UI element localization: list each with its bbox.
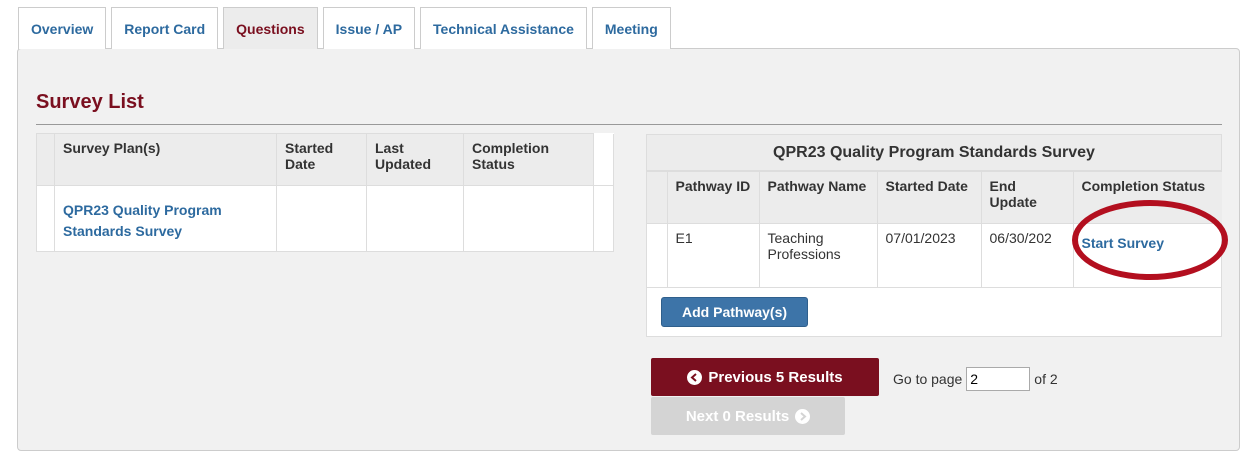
previous-results-button[interactable]: Previous 5 Results <box>651 358 879 396</box>
header-spacer-end <box>593 133 614 186</box>
next-results-button[interactable]: Next 0 Results <box>651 397 845 435</box>
header-pathway-completion-status: Completion Status <box>1072 171 1222 224</box>
header-end-update: End Update <box>980 171 1074 224</box>
goto-page: Go to page of 2 <box>893 367 1058 391</box>
tab-overview[interactable]: Overview <box>18 7 107 49</box>
arrow-left-icon <box>687 369 703 385</box>
survey-plan-cell: QPR23 Quality Program Standards Survey <box>54 185 277 252</box>
survey-list-header-row: Survey Plan(s) Started Date Last Updated… <box>36 133 614 186</box>
pathway-action-cell: Start Survey <box>1072 223 1222 288</box>
page-number-input[interactable] <box>966 367 1031 391</box>
header-last-updated: Last Updated <box>366 133 464 186</box>
completion-status-cell <box>463 185 594 252</box>
row-spacer <box>36 185 55 252</box>
header-completion-status: Completion Status <box>463 133 594 186</box>
pathway-row-spacer <box>647 223 668 288</box>
pathway-panel-title: QPR23 Quality Program Standards Survey <box>647 135 1221 171</box>
table-row: E1 Teaching Professions 07/01/2023 06/30… <box>647 223 1222 288</box>
start-survey-link[interactable]: Start Survey <box>1082 235 1164 251</box>
started-date-cell <box>276 185 367 252</box>
previous-results-label: Previous 5 Results <box>708 368 843 386</box>
survey-plan-link[interactable]: QPR23 Quality Program Standards Survey <box>63 200 268 242</box>
row-spacer-end <box>593 185 614 252</box>
table-row: QPR23 Quality Program Standards Survey <box>36 185 614 252</box>
header-spacer <box>36 133 55 186</box>
header-pathway-name: Pathway Name <box>758 171 878 224</box>
title-divider <box>36 124 1222 125</box>
next-results-label: Next 0 Results <box>685 407 790 425</box>
arrow-right-icon <box>795 408 811 424</box>
tab-questions[interactable]: Questions <box>223 7 318 49</box>
end-update-cell: 06/30/202 <box>980 223 1074 288</box>
tab-meeting[interactable]: Meeting <box>591 7 671 49</box>
pathway-name-cell: Teaching Professions <box>758 223 878 288</box>
last-updated-cell <box>366 185 464 252</box>
pathway-started-date-cell: 07/01/2023 <box>876 223 982 288</box>
pathway-header-spacer <box>647 171 668 224</box>
tab-report-card[interactable]: Report Card <box>111 7 219 49</box>
header-started-date: Started Date <box>276 133 367 186</box>
pathway-header-row: Pathway ID Pathway Name Started Date End… <box>647 171 1222 224</box>
pathway-table: Pathway ID Pathway Name Started Date End… <box>647 171 1222 288</box>
add-pathways-button[interactable]: Add Pathway(s) <box>661 297 809 327</box>
header-survey-plan: Survey Plan(s) <box>54 133 277 186</box>
tab-technical-assistance[interactable]: Technical Assistance <box>420 7 587 49</box>
tab-issue-ap[interactable]: Issue / AP <box>322 7 416 49</box>
pathway-panel: QPR23 Quality Program Standards Survey P… <box>646 134 1222 337</box>
header-pathway-id: Pathway ID <box>666 171 760 224</box>
survey-list-title: Survey List <box>36 91 144 113</box>
pathway-id-cell: E1 <box>666 223 760 288</box>
tab-bar: Overview Report Card Questions Issue / A… <box>18 7 671 49</box>
goto-page-label: Go to page <box>893 371 963 387</box>
page-total-label: of 2 <box>1034 371 1058 387</box>
survey-list-table: Survey Plan(s) Started Date Last Updated… <box>36 133 614 252</box>
header-pathway-started-date: Started Date <box>876 171 982 224</box>
